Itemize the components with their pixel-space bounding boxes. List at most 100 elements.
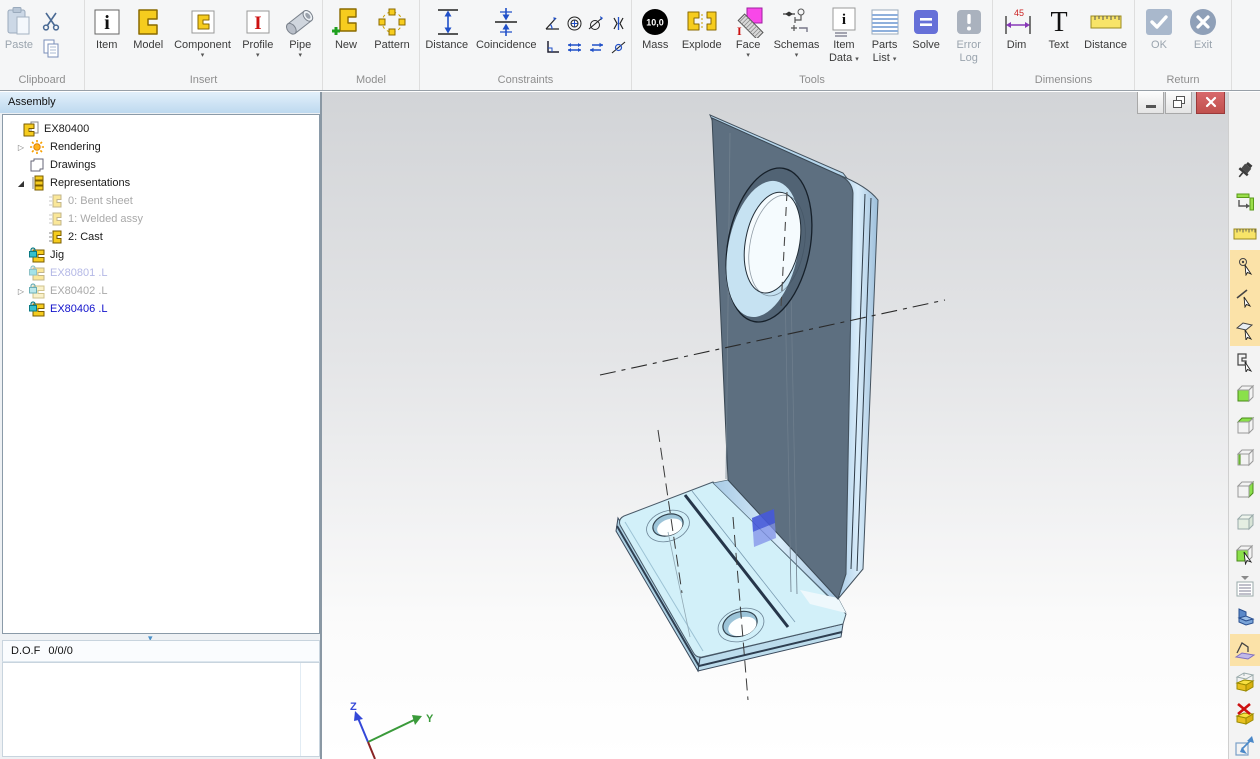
drawings-icon (29, 157, 45, 173)
tree-item-ex80400[interactable]: EX80400 (3, 120, 319, 138)
item-data-icon: i (827, 5, 861, 39)
dim-icon: 45 (1000, 5, 1034, 39)
tree-item-drawings[interactable]: Drawings (3, 156, 319, 174)
viewport-minimize-button[interactable] (1137, 92, 1164, 114)
reframe-icon[interactable] (1230, 186, 1260, 218)
distance-constraint-button[interactable]: Distance (422, 3, 471, 52)
error-log-icon (952, 5, 986, 39)
pattern-icon (375, 5, 409, 39)
ruler-icon (1089, 5, 1123, 39)
view-left-icon[interactable] (1230, 442, 1260, 474)
ribbon-group-insert: i Item Model Component ▾ (85, 0, 323, 90)
viewport-restore-button[interactable] (1165, 92, 1192, 114)
text-button[interactable]: T Text (1038, 3, 1079, 52)
new-button[interactable]: New (325, 3, 367, 52)
viewport-close-button[interactable] (1196, 92, 1225, 114)
item-data-button[interactable]: i Item Data ▾ (824, 3, 865, 65)
item-icon: i (90, 5, 124, 39)
select-profile-icon[interactable] (1230, 346, 1260, 378)
tree-item-cast[interactable]: 2: Cast (3, 228, 319, 246)
sketch-plane-icon[interactable] (1230, 634, 1260, 666)
exit-view-icon[interactable] (1230, 730, 1260, 759)
tree-item-ex80402[interactable]: ▷ EX80402 .L (3, 282, 319, 300)
group-label-constraints: Constraints (420, 73, 631, 90)
tree-item-representations[interactable]: ◢ Representations (3, 174, 319, 192)
tree-item-welded-assy[interactable]: 1: Welded assy (3, 210, 319, 228)
model-button[interactable]: Model (126, 3, 169, 52)
chevron-down-icon: ▾ (893, 56, 897, 63)
select-center-icon[interactable] (1230, 250, 1260, 282)
chevron-down-icon: ▾ (201, 52, 205, 60)
error-log-button[interactable]: Error Log (947, 3, 990, 65)
view-on-face-icon[interactable] (1230, 538, 1260, 570)
angle-constraint-icon[interactable] (541, 11, 563, 35)
select-edge-icon[interactable] (1230, 282, 1260, 314)
group-label-tools: Tools (632, 73, 992, 90)
item-button[interactable]: i Item (87, 3, 126, 52)
section-delete-icon[interactable] (1230, 698, 1260, 730)
component-view-icon[interactable] (1230, 602, 1260, 634)
assembly-tree[interactable]: EX80400 ▷ Rendering Drawings ◢ Represent… (2, 114, 320, 634)
solve-button[interactable]: Solve (905, 3, 948, 52)
dim-button[interactable]: 45 Dim (995, 3, 1038, 52)
pin-icon[interactable] (1230, 154, 1260, 186)
axis-triad: Z Y (350, 701, 434, 759)
coaxial-constraint-icon[interactable] (607, 35, 629, 59)
view-top-icon[interactable] (1230, 410, 1260, 442)
view-iso-icon[interactable] (1230, 506, 1260, 538)
3d-viewport[interactable]: Z Y (322, 92, 1228, 759)
parallel-constraint-icon[interactable] (585, 35, 607, 59)
exit-x-icon (1186, 5, 1220, 39)
exit-button[interactable]: Exit (1181, 3, 1225, 52)
schemas-button[interactable]: Schemas ▾ (769, 3, 823, 60)
dof-status-bar: D.O.F0/0/0 (2, 640, 320, 662)
symmetry-constraint-icon[interactable] (607, 11, 629, 35)
paste-button[interactable]: Paste (2, 3, 36, 52)
equal-distance-constraint-icon[interactable] (563, 35, 585, 59)
tangency-constraint-icon[interactable] (585, 11, 607, 35)
view-right-icon[interactable] (1230, 474, 1260, 506)
concentric-constraint-icon[interactable] (563, 11, 585, 35)
solve-icon (909, 5, 943, 39)
tree-item-bent-sheet[interactable]: 0: Bent sheet (3, 192, 319, 210)
restore-icon (1171, 94, 1187, 110)
section-box-icon[interactable] (1230, 666, 1260, 698)
tree-item-jig[interactable]: Jig (3, 246, 319, 264)
component-button[interactable]: Component ▾ (170, 3, 235, 60)
parts-list-button[interactable]: Parts List ▾ (864, 3, 905, 65)
face-button[interactable]: I Face ▾ (727, 3, 770, 60)
coincidence-button[interactable]: Coincidence (471, 3, 541, 52)
select-face-icon[interactable] (1230, 314, 1260, 346)
representations-icon (29, 175, 45, 191)
svg-text:I: I (737, 24, 742, 38)
tree-item-ex80406[interactable]: EX80406 .L (3, 300, 319, 318)
explode-button[interactable]: Explode (677, 3, 727, 52)
dof-value: 0/0/0 (48, 645, 72, 657)
expander-collapsed-icon[interactable]: ▷ (13, 143, 29, 152)
pattern-button[interactable]: Pattern (367, 3, 417, 52)
explode-icon (685, 5, 719, 39)
mass-button[interactable]: 10,0 Mass (634, 3, 677, 52)
perpendicular-constraint-icon[interactable] (541, 35, 563, 59)
bracket-part-model[interactable]: Z Y (322, 92, 1228, 759)
ribbon-group-return: OK Exit Return (1135, 0, 1232, 90)
minimize-icon (1143, 94, 1159, 110)
view-list-icon[interactable] (1230, 570, 1260, 602)
assembly-document-icon (23, 121, 39, 137)
tree-item-ex80801[interactable]: EX80801 .L (3, 264, 319, 282)
copy-button[interactable] (38, 34, 64, 61)
pipe-button[interactable]: Pipe ▾ (281, 3, 320, 60)
ribbon-group-dimensions: 45 Dim T Text Distance Dimension (993, 0, 1135, 90)
profile-button[interactable]: I Profile ▾ (235, 3, 280, 60)
group-label-insert: Insert (85, 73, 322, 90)
parts-list-icon (868, 5, 902, 39)
ok-button[interactable]: OK (1137, 3, 1181, 52)
distance-measure-button[interactable]: Distance (1079, 3, 1132, 52)
expander-expanded-icon[interactable]: ◢ (13, 179, 29, 188)
expander-collapsed-icon[interactable]: ▷ (13, 287, 29, 296)
svg-text:i: i (842, 12, 846, 28)
view-front-icon[interactable] (1230, 378, 1260, 410)
cut-button[interactable] (38, 7, 64, 34)
measure-ruler-icon[interactable] (1230, 218, 1260, 250)
tree-item-rendering[interactable]: ▷ Rendering (3, 138, 319, 156)
